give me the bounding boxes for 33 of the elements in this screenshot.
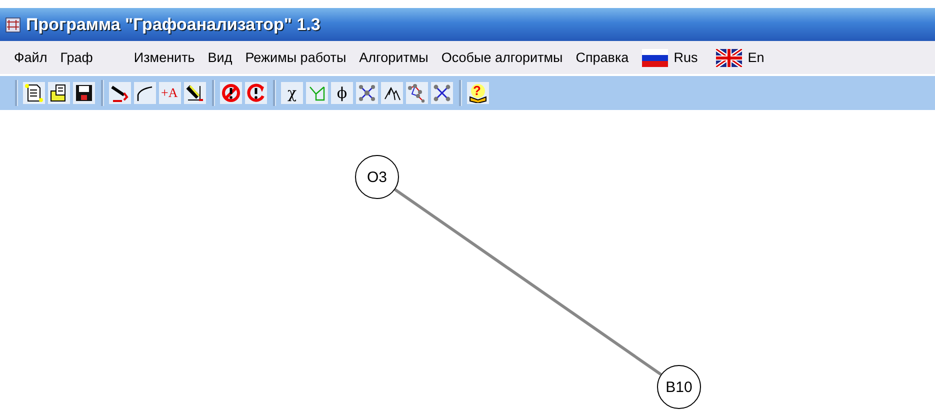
toolbar-button[interactable]: χ [281,82,303,104]
language-menu-item[interactable]: Rus [642,48,698,66]
flag-icon [716,48,742,66]
pen-icon[interactable] [109,82,131,104]
graph-node: B10 [657,365,701,409]
curve-icon[interactable] [134,82,156,104]
new-file-icon[interactable] [23,82,45,104]
menu-item[interactable]: Справка [576,50,629,65]
path-icon[interactable] [406,82,428,104]
help-button[interactable]: ? [467,82,489,104]
app-icon [5,16,21,32]
toolbar-button[interactable]: ϕ [331,82,353,104]
menu-item[interactable]: Граф [60,50,93,65]
window-title: Программа "Графоанализатор" 1.3 [26,14,320,34]
menu-item[interactable]: Особые алгоритмы [441,50,563,65]
language-menu-item[interactable]: En [716,48,764,66]
open-folder-icon[interactable] [48,82,70,104]
add-text-button[interactable]: +A [159,82,181,104]
stop-icon[interactable] [220,82,242,104]
edit-icon[interactable] [184,82,206,104]
save-icon[interactable] [73,82,95,104]
graph-node: O3 [355,155,399,199]
flag-icon [642,48,668,66]
menu-item[interactable]: Файл [14,50,48,65]
star-graph-icon[interactable] [431,82,453,104]
menu-item[interactable]: Режимы работы [245,50,346,65]
tree-icon[interactable] [381,82,403,104]
graph-icon[interactable] [306,82,328,104]
restart-icon[interactable] [245,82,267,104]
menu-item[interactable]: Алгоритмы [359,50,428,65]
menu-item[interactable]: Изменить [134,50,195,65]
network-icon[interactable] [356,82,378,104]
menu-item[interactable]: Вид [208,50,232,65]
